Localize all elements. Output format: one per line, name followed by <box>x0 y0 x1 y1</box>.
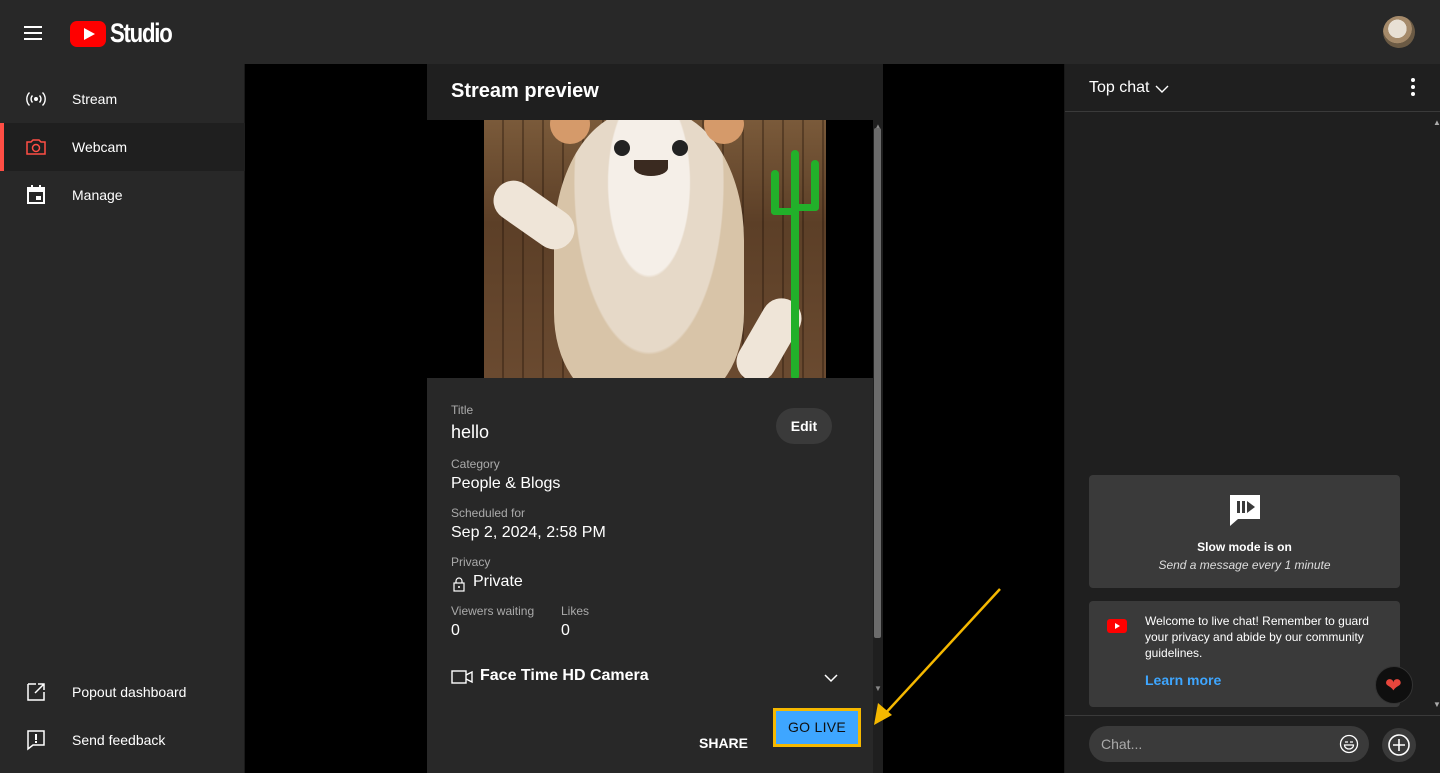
chat-mode-select[interactable]: Top chat <box>1089 79 1149 97</box>
youtube-icon <box>1107 619 1127 633</box>
slow-mode-card: Slow mode is on Send a message every 1 m… <box>1089 475 1400 588</box>
category-value: People & Blogs <box>451 475 561 492</box>
more-options-icon[interactable] <box>1411 78 1415 98</box>
emoji-icon[interactable] <box>1339 734 1359 754</box>
heart-reaction-button[interactable]: ❤ <box>1375 666 1413 704</box>
sidebar-item-popout[interactable]: Popout dashboard <box>0 668 245 716</box>
sidebar-item-manage[interactable]: Manage <box>0 171 245 219</box>
cactus-drawing <box>811 160 819 210</box>
top-bar: Studio <box>0 0 1440 64</box>
menu-icon[interactable] <box>24 22 48 42</box>
app-name: Studio <box>110 18 173 48</box>
external-link-icon <box>27 683 45 701</box>
sidebar-item-label: Webcam <box>72 139 127 155</box>
hamster-eye <box>614 140 630 156</box>
privacy-label: Privacy <box>451 555 491 569</box>
youtube-logo-icon <box>70 20 106 47</box>
preview-letterbox-left <box>427 120 484 378</box>
hamster-mouth <box>634 160 668 176</box>
slow-mode-icon <box>1230 495 1260 526</box>
heart-icon: ❤ <box>1385 675 1402 697</box>
video-camera-icon <box>451 670 473 684</box>
sidebar-item-feedback[interactable]: Send feedback <box>0 716 245 764</box>
live-chat-panel: Top chat ▲ Slow mode is on Send a messag… <box>1064 64 1440 773</box>
likes-label: Likes <box>561 604 590 618</box>
likes-value: 0 <box>561 622 570 639</box>
scroll-up-icon[interactable]: ▲ <box>1433 118 1440 127</box>
viewers-label: Viewers waiting <box>451 604 535 618</box>
avatar[interactable] <box>1383 16 1415 48</box>
share-button[interactable]: SHARE <box>699 735 748 751</box>
title-label: Title <box>451 403 474 417</box>
annotation-arrow <box>874 588 1001 725</box>
sidebar-item-label: Manage <box>72 187 123 203</box>
scheduled-value: Sep 2, 2024, 2:58 PM <box>451 524 606 541</box>
feedback-icon <box>27 730 45 751</box>
privacy-value: Private <box>473 573 523 590</box>
viewers-value: 0 <box>451 622 460 639</box>
sidebar-item-stream[interactable]: Stream <box>0 75 245 123</box>
hamster-figure <box>550 120 744 378</box>
add-icon[interactable] <box>1382 728 1416 762</box>
chat-header: Top chat <box>1065 64 1440 112</box>
webcam-preview-image <box>484 120 826 378</box>
chevron-down-icon[interactable] <box>1155 84 1169 94</box>
studio-logo[interactable]: Studio <box>70 18 185 49</box>
camera-label: Face Time HD Camera <box>480 667 649 684</box>
broadcast-icon <box>26 92 46 106</box>
sidebar: Stream Webcam Manage Popout dashboard Se… <box>0 64 245 773</box>
panel-title: Stream preview <box>451 80 599 102</box>
sidebar-item-webcam[interactable]: Webcam <box>0 123 245 171</box>
slow-mode-subtitle: Send a message every 1 minute <box>1158 558 1331 572</box>
stream-preview-panel: Stream preview ▲ ▼ Title hello Edit Cate… <box>427 64 883 773</box>
sidebar-item-label: Popout dashboard <box>72 684 187 700</box>
go-live-button[interactable]: GO LIVE <box>773 708 861 747</box>
welcome-message: Welcome to live chat! Remember to guard … <box>1089 601 1400 707</box>
edit-button[interactable]: Edit <box>776 408 832 444</box>
chevron-down-icon <box>824 674 838 683</box>
slow-mode-title: Slow mode is on <box>1197 540 1292 554</box>
camera-select[interactable]: Face Time HD Camera <box>451 666 841 692</box>
sidebar-item-label: Send feedback <box>72 732 166 748</box>
cactus-drawing <box>791 204 819 211</box>
category-label: Category <box>451 457 500 471</box>
chat-input-bar <box>1065 715 1440 773</box>
cactus-drawing <box>791 150 799 378</box>
preview-letterbox-right <box>826 120 873 378</box>
chat-input[interactable] <box>1089 726 1369 762</box>
camera-icon <box>26 139 46 155</box>
scroll-down-icon[interactable]: ▼ <box>1433 700 1440 709</box>
sidebar-item-label: Stream <box>72 91 118 107</box>
lock-icon <box>453 577 465 592</box>
title-value: hello <box>451 422 490 442</box>
calendar-icon <box>27 185 45 204</box>
panel-scrollbar[interactable] <box>874 128 881 638</box>
welcome-text: Welcome to live chat! Remember to guard … <box>1145 614 1369 660</box>
hamster-eye <box>672 140 688 156</box>
scheduled-label: Scheduled for <box>451 506 526 520</box>
learn-more-link[interactable]: Learn more <box>1145 672 1221 688</box>
